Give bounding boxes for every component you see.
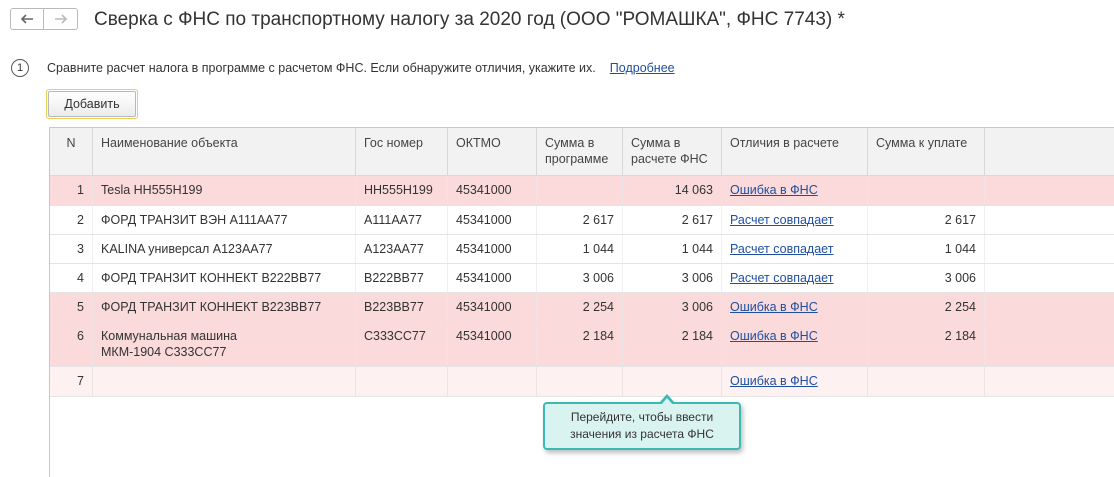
- cell-plate: [356, 367, 448, 396]
- column-header-plate[interactable]: Гос номер: [356, 128, 448, 175]
- cell-n: 6: [50, 322, 93, 366]
- cell-sum-fns: 3 006: [623, 264, 722, 292]
- column-header-oktmo[interactable]: ОКТМО: [448, 128, 537, 175]
- cell-diff: Ошибка в ФНС: [722, 367, 868, 396]
- diff-link[interactable]: Ошибка в ФНС: [730, 329, 818, 343]
- cell-diff: Ошибка в ФНС: [722, 176, 868, 205]
- diff-link[interactable]: Расчет совпадает: [730, 213, 833, 227]
- cell-sum-pay: [868, 176, 985, 205]
- cell-sum-fns: 14 063: [623, 176, 722, 205]
- table-row[interactable]: 2 ФОРД ТРАНЗИТ ВЭН А111АА77 А111АА77 453…: [50, 206, 1114, 235]
- diff-link[interactable]: Ошибка в ФНС: [730, 374, 818, 388]
- cell-name: Tesla НН555Н199: [93, 176, 356, 205]
- step-number-badge: 1: [11, 59, 29, 77]
- back-button[interactable]: [10, 8, 44, 30]
- cell-diff: Расчет совпадает: [722, 206, 868, 234]
- cell-diff: Ошибка в ФНС: [722, 293, 868, 321]
- cell-oktmo: [448, 367, 537, 396]
- cell-plate: В223ВВ77: [356, 293, 448, 321]
- cell-diff: Расчет совпадает: [722, 264, 868, 292]
- cell-sum-program: 3 006: [537, 264, 623, 292]
- cell-sum-program: 2 617: [537, 206, 623, 234]
- add-button[interactable]: Добавить: [48, 91, 136, 117]
- cell-sum-pay: 1 044: [868, 235, 985, 263]
- cell-plate: А111АА77: [356, 206, 448, 234]
- cell-sum-pay: [868, 367, 985, 396]
- cell-n: 1: [50, 176, 93, 205]
- more-info-link[interactable]: Подробнее: [610, 61, 675, 75]
- cell-sum-fns: 2 184: [623, 322, 722, 366]
- column-header-name[interactable]: Наименование объекта: [93, 128, 356, 175]
- tooltip-text: Перейдите, чтобы ввести значения из расч…: [570, 410, 714, 441]
- table-row[interactable]: 3 KALINA универсал А123АА77 А123АА77 453…: [50, 235, 1114, 264]
- step-hint: 1 Сравните расчет налога в программе с р…: [11, 59, 675, 77]
- cell-sum-program: 2 184: [537, 322, 623, 366]
- table-row[interactable]: 6 Коммунальная машина МКМ-1904 С333СС77 …: [50, 322, 1114, 367]
- cell-oktmo: 45341000: [448, 206, 537, 234]
- cell-sum-program: 2 254: [537, 293, 623, 321]
- arrow-left-icon: [20, 14, 33, 24]
- cell-oktmo: 45341000: [448, 235, 537, 263]
- cell-sum-pay: 2 617: [868, 206, 985, 234]
- cell-sum-pay: 3 006: [868, 264, 985, 292]
- arrow-right-icon: [54, 14, 67, 24]
- cell-name: [93, 367, 356, 396]
- table-row[interactable]: 7 Ошибка в ФНС: [50, 367, 1114, 397]
- cell-name: ФОРД ТРАНЗИТ ВЭН А111АА77: [93, 206, 356, 234]
- page-title: Сверка с ФНС по транспортному налогу за …: [94, 9, 845, 30]
- cell-name: ФОРД ТРАНЗИТ КОННЕКТ В222ВВ77: [93, 264, 356, 292]
- cell-n: 7: [50, 367, 93, 396]
- cell-plate: С333СС77: [356, 322, 448, 366]
- cell-sum-program: [537, 176, 623, 205]
- add-button-focus: Добавить: [46, 89, 138, 119]
- cell-plate: НН555Н199: [356, 176, 448, 205]
- cell-n: 2: [50, 206, 93, 234]
- table-row[interactable]: 4 ФОРД ТРАНЗИТ КОННЕКТ В222ВВ77 В222ВВ77…: [50, 264, 1114, 293]
- diff-link[interactable]: Ошибка в ФНС: [730, 300, 818, 314]
- table-row[interactable]: 5 ФОРД ТРАНЗИТ КОННЕКТ В223ВВ77 В223ВВ77…: [50, 293, 1114, 322]
- cell-name: ФОРД ТРАНЗИТ КОННЕКТ В223ВВ77: [93, 293, 356, 321]
- cell-n: 5: [50, 293, 93, 321]
- cell-sum-pay: 2 254: [868, 293, 985, 321]
- cell-plate: В222ВВ77: [356, 264, 448, 292]
- cell-name: KALINA универсал А123АА77: [93, 235, 356, 263]
- table-header: N Наименование объекта Гос номер ОКТМО С…: [50, 128, 1114, 176]
- column-header-sum-fns[interactable]: Сумма в расчете ФНС: [623, 128, 722, 175]
- cell-sum-fns: 3 006: [623, 293, 722, 321]
- cell-sum-program: [537, 367, 623, 396]
- cell-diff: Расчет совпадает: [722, 235, 868, 263]
- tooltip-arrow-inner: [661, 398, 673, 405]
- cell-sum-fns: 2 617: [623, 206, 722, 234]
- navigation-buttons: [10, 8, 78, 30]
- cell-oktmo: 45341000: [448, 293, 537, 321]
- cell-sum-program: 1 044: [537, 235, 623, 263]
- cell-sum-fns: [623, 367, 722, 396]
- column-header-diff[interactable]: Отличия в расчете: [722, 128, 868, 175]
- forward-button[interactable]: [44, 8, 78, 30]
- table-row[interactable]: 1 Tesla НН555Н199 НН555Н199 45341000 14 …: [50, 176, 1114, 206]
- cell-n: 4: [50, 264, 93, 292]
- column-header-sum-program[interactable]: Сумма в программе: [537, 128, 623, 175]
- cell-plate: А123АА77: [356, 235, 448, 263]
- cell-sum-fns: 1 044: [623, 235, 722, 263]
- diff-link[interactable]: Расчет совпадает: [730, 271, 833, 285]
- column-header-sum-pay[interactable]: Сумма к уплате: [868, 128, 985, 175]
- cell-diff: Ошибка в ФНС: [722, 322, 868, 366]
- hint-tooltip: Перейдите, чтобы ввести значения из расч…: [543, 394, 741, 450]
- cell-n: 3: [50, 235, 93, 263]
- cell-name: Коммунальная машина МКМ-1904 С333СС77: [93, 322, 356, 366]
- cell-oktmo: 45341000: [448, 264, 537, 292]
- diff-link[interactable]: Расчет совпадает: [730, 242, 833, 256]
- cell-oktmo: 45341000: [448, 176, 537, 205]
- step-text: Сравните расчет налога в программе с рас…: [47, 61, 596, 75]
- diff-link[interactable]: Ошибка в ФНС: [730, 183, 818, 197]
- column-header-n[interactable]: N: [50, 128, 93, 175]
- cell-sum-pay: 2 184: [868, 322, 985, 366]
- cell-oktmo: 45341000: [448, 322, 537, 366]
